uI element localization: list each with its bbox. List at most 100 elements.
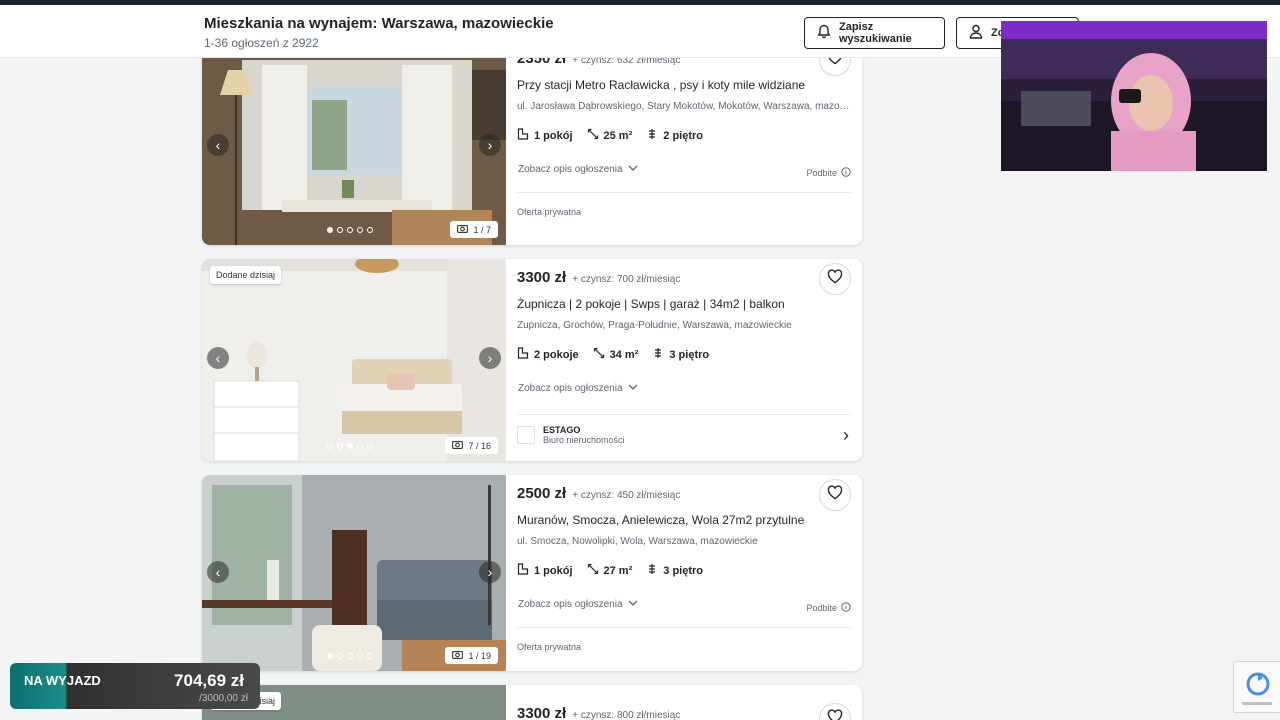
photo-prev-button[interactable]: ‹ xyxy=(207,347,229,369)
listing-photo[interactable]: Dodane dzisiaj ‹ › 7 / 16 xyxy=(202,259,506,461)
seller-type: Oferta prywatna xyxy=(517,207,582,217)
floor-feature: 2 piętro xyxy=(646,128,703,143)
listing-rent: + czynsz: 700 zł/miesiąc xyxy=(572,274,681,285)
results-count: 1-36 ogłoszeń z 2922 xyxy=(204,36,319,50)
boosted-label: Podbite xyxy=(806,602,851,614)
listing-price: 2500 zł + czynsz: 450 zł/miesiąc xyxy=(517,485,680,502)
listing-photo[interactable]: ‹ › 1 / 7 xyxy=(202,40,506,245)
camera-icon xyxy=(452,650,464,661)
floor-value: 2 piętro xyxy=(663,129,703,142)
floor-feature: 3 piętro xyxy=(652,347,709,362)
listing-title[interactable]: Muranów, Smocza, Anielewicza, Wola 27m2 … xyxy=(517,513,851,527)
listing-card[interactable]: Dodane dzisiaj ‹ › 7 / 16 3300 zł + czyns… xyxy=(202,259,862,461)
camera-icon xyxy=(452,440,464,451)
photo-counter-text: 1 / 7 xyxy=(473,224,491,235)
divider xyxy=(517,627,851,628)
photo-next-button[interactable]: › xyxy=(479,134,501,156)
photo-counter: 7 / 16 xyxy=(445,437,498,454)
photo-dot[interactable] xyxy=(367,227,373,233)
listing-photo[interactable]: ‹ › 1 / 19 xyxy=(202,475,506,671)
photo-dot[interactable] xyxy=(347,653,353,659)
heart-icon xyxy=(827,485,843,505)
favorite-button[interactable] xyxy=(819,479,851,511)
photo-dot[interactable] xyxy=(357,443,363,449)
listing-info: 2350 zł + czynsz: 632 zł/miesiąc Przy sta… xyxy=(517,40,851,245)
agency-text: ESTAGO Biuro nieruchomości xyxy=(543,425,625,445)
listing-title[interactable]: Żupnicza | 2 pokoje | Swps | garaż | 34m… xyxy=(517,297,851,311)
chevron-down-icon xyxy=(628,164,638,175)
floor-feature: 3 piętro xyxy=(646,563,703,578)
show-description-button[interactable]: Zobacz opis ogłoszenia xyxy=(518,383,638,394)
save-search-button[interactable]: Zapisz wyszukiwanie xyxy=(804,17,945,49)
photo-dot[interactable] xyxy=(337,443,343,449)
photo-next-button[interactable]: › xyxy=(479,561,501,583)
photo-dot[interactable] xyxy=(327,443,333,449)
photo-dot[interactable] xyxy=(337,227,343,233)
listing-features: 1 pokój 25 m² 2 piętro xyxy=(517,128,703,143)
price-value: 3300 zł xyxy=(517,269,567,286)
boosted-text: Podbite xyxy=(806,168,837,178)
listing-info: 3300 zł + czynsz: 800 zł/miesiąc xyxy=(517,685,851,720)
page-title: Mieszkania na wynajem: Warszawa, mazowie… xyxy=(204,15,554,32)
agency-logo xyxy=(517,426,535,444)
boosted-text: Podbite xyxy=(806,603,837,613)
favorite-button[interactable] xyxy=(819,703,851,720)
listing-info: 3300 zł + czynsz: 700 zł/miesiąc Żupnicza… xyxy=(517,259,851,461)
listing-price: 3300 zł + czynsz: 800 zł/miesiąc xyxy=(517,705,680,720)
area-value: 25 m² xyxy=(603,129,633,142)
listing-address: ul. Smocza, Nowolipki, Wola, Warszawa, m… xyxy=(517,536,758,547)
photo-dot[interactable] xyxy=(347,227,353,233)
photo-prev-button[interactable]: ‹ xyxy=(207,561,229,583)
donation-goal: /3000,00 zł xyxy=(199,693,248,704)
area-feature: 27 m² xyxy=(587,563,633,578)
photo-dot[interactable] xyxy=(357,653,363,659)
photo-dot[interactable] xyxy=(347,443,353,449)
bell-icon xyxy=(817,24,831,42)
photo-dot[interactable] xyxy=(357,227,363,233)
agency-row[interactable]: ESTAGO Biuro nieruchomości › xyxy=(517,425,851,445)
listing-card[interactable]: ‹ › 1 / 7 2350 zł + czynsz: 632 zł/miesią… xyxy=(202,40,862,245)
area-icon xyxy=(587,563,599,578)
show-description-label: Zobacz opis ogłoszenia xyxy=(518,383,623,394)
photo-dot[interactable] xyxy=(367,443,373,449)
photo-dot[interactable] xyxy=(337,653,343,659)
price-value: 3300 zł xyxy=(517,705,567,720)
info-icon[interactable] xyxy=(841,602,851,614)
area-icon xyxy=(587,128,599,143)
listing-card[interactable]: ‹ › 1 / 19 2500 zł + czynsz: 450 zł/miesi… xyxy=(202,475,862,671)
photo-dot[interactable] xyxy=(327,653,333,659)
listing-title[interactable]: Przy stacji Metro Racławicka , psy i kot… xyxy=(517,78,851,92)
area-icon xyxy=(593,347,605,362)
chevron-right-icon[interactable]: › xyxy=(843,425,849,446)
area-value: 27 m² xyxy=(603,564,633,577)
donation-amount: 704,69 zł xyxy=(174,671,244,690)
photo-next-button[interactable]: › xyxy=(479,347,501,369)
listing-features: 2 pokoje 34 m² 3 piętro xyxy=(517,347,709,362)
rooms-feature: 2 pokoje xyxy=(517,347,579,362)
info-icon[interactable] xyxy=(841,167,851,179)
save-search-label: Zapisz wyszukiwanie xyxy=(839,21,912,45)
show-description-button[interactable]: Zobacz opis ogłoszenia xyxy=(518,164,638,175)
seller-type: Oferta prywatna xyxy=(517,642,582,652)
photo-dot[interactable] xyxy=(327,227,333,233)
chevron-down-icon xyxy=(628,599,638,610)
stairs-icon xyxy=(646,563,658,578)
show-description-label: Zobacz opis ogłoszenia xyxy=(518,599,623,610)
agency-name: ESTAGO xyxy=(543,425,581,435)
photo-prev-button[interactable]: ‹ xyxy=(207,134,229,156)
photo-counter-text: 1 / 19 xyxy=(468,650,491,661)
boosted-label: Podbite xyxy=(806,167,851,179)
photo-dot[interactable] xyxy=(367,653,373,659)
floor-value: 3 piętro xyxy=(669,348,710,361)
favorite-button[interactable] xyxy=(819,263,851,295)
divider xyxy=(517,414,851,415)
photo-counter: 1 / 7 xyxy=(450,221,498,238)
listing-card[interactable]: Dodane dzisiaj 3300 zł+ czynsz: 800 zł/m… xyxy=(202,685,862,720)
donation-label: NA WYJAZD xyxy=(24,673,101,688)
show-description-button[interactable]: Zobacz opis ogłoszenia xyxy=(518,599,638,610)
recaptcha-badge[interactable] xyxy=(1233,661,1280,713)
listing-rent: + czynsz: 450 zł/miesiąc xyxy=(572,490,681,501)
photo-dots xyxy=(327,227,373,233)
recaptcha-icon xyxy=(1234,672,1280,716)
photo-dots xyxy=(327,653,373,659)
